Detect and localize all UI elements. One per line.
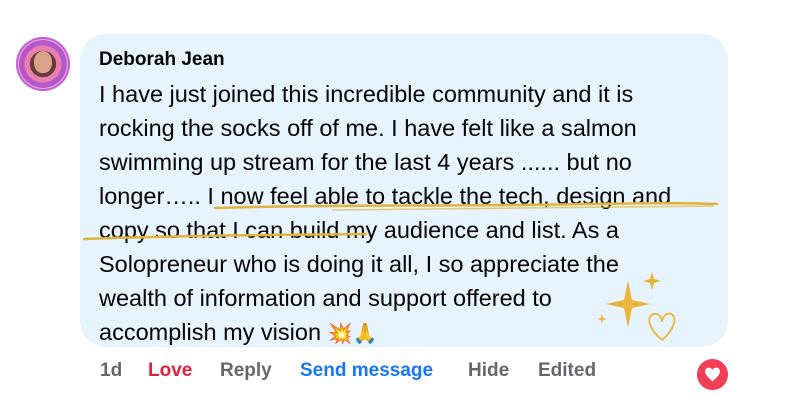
avatar-face — [34, 51, 52, 73]
send-message-button[interactable]: Send message — [300, 360, 433, 382]
hide-button[interactable]: Hide — [468, 360, 509, 382]
heart-icon — [705, 367, 720, 382]
comment-author[interactable]: Deborah Jean — [99, 49, 225, 71]
sparkle-heart-decoration — [597, 272, 676, 342]
comment-line: I have just joined this incredible commu… — [99, 81, 634, 107]
comment-line-text: accomplish my vision — [99, 319, 322, 345]
emoji-collision-pray: 💥🙏 — [327, 323, 378, 345]
edited-label[interactable]: Edited — [538, 360, 596, 382]
comment-line: swimming up stream for the last 4 years … — [99, 149, 632, 175]
comment-line: rocking the socks off of me. I have felt… — [99, 115, 637, 141]
highlight-underline-1 — [213, 201, 719, 211]
highlight-underline-2 — [82, 232, 368, 241]
love-reaction-badge[interactable] — [695, 357, 730, 392]
love-button[interactable]: Love — [148, 360, 192, 382]
reply-button[interactable]: Reply — [220, 360, 272, 382]
timestamp-link[interactable]: 1d — [100, 360, 122, 382]
avatar[interactable] — [16, 37, 70, 91]
comment-bubble: Deborah Jean I have just joined this inc… — [80, 34, 728, 347]
